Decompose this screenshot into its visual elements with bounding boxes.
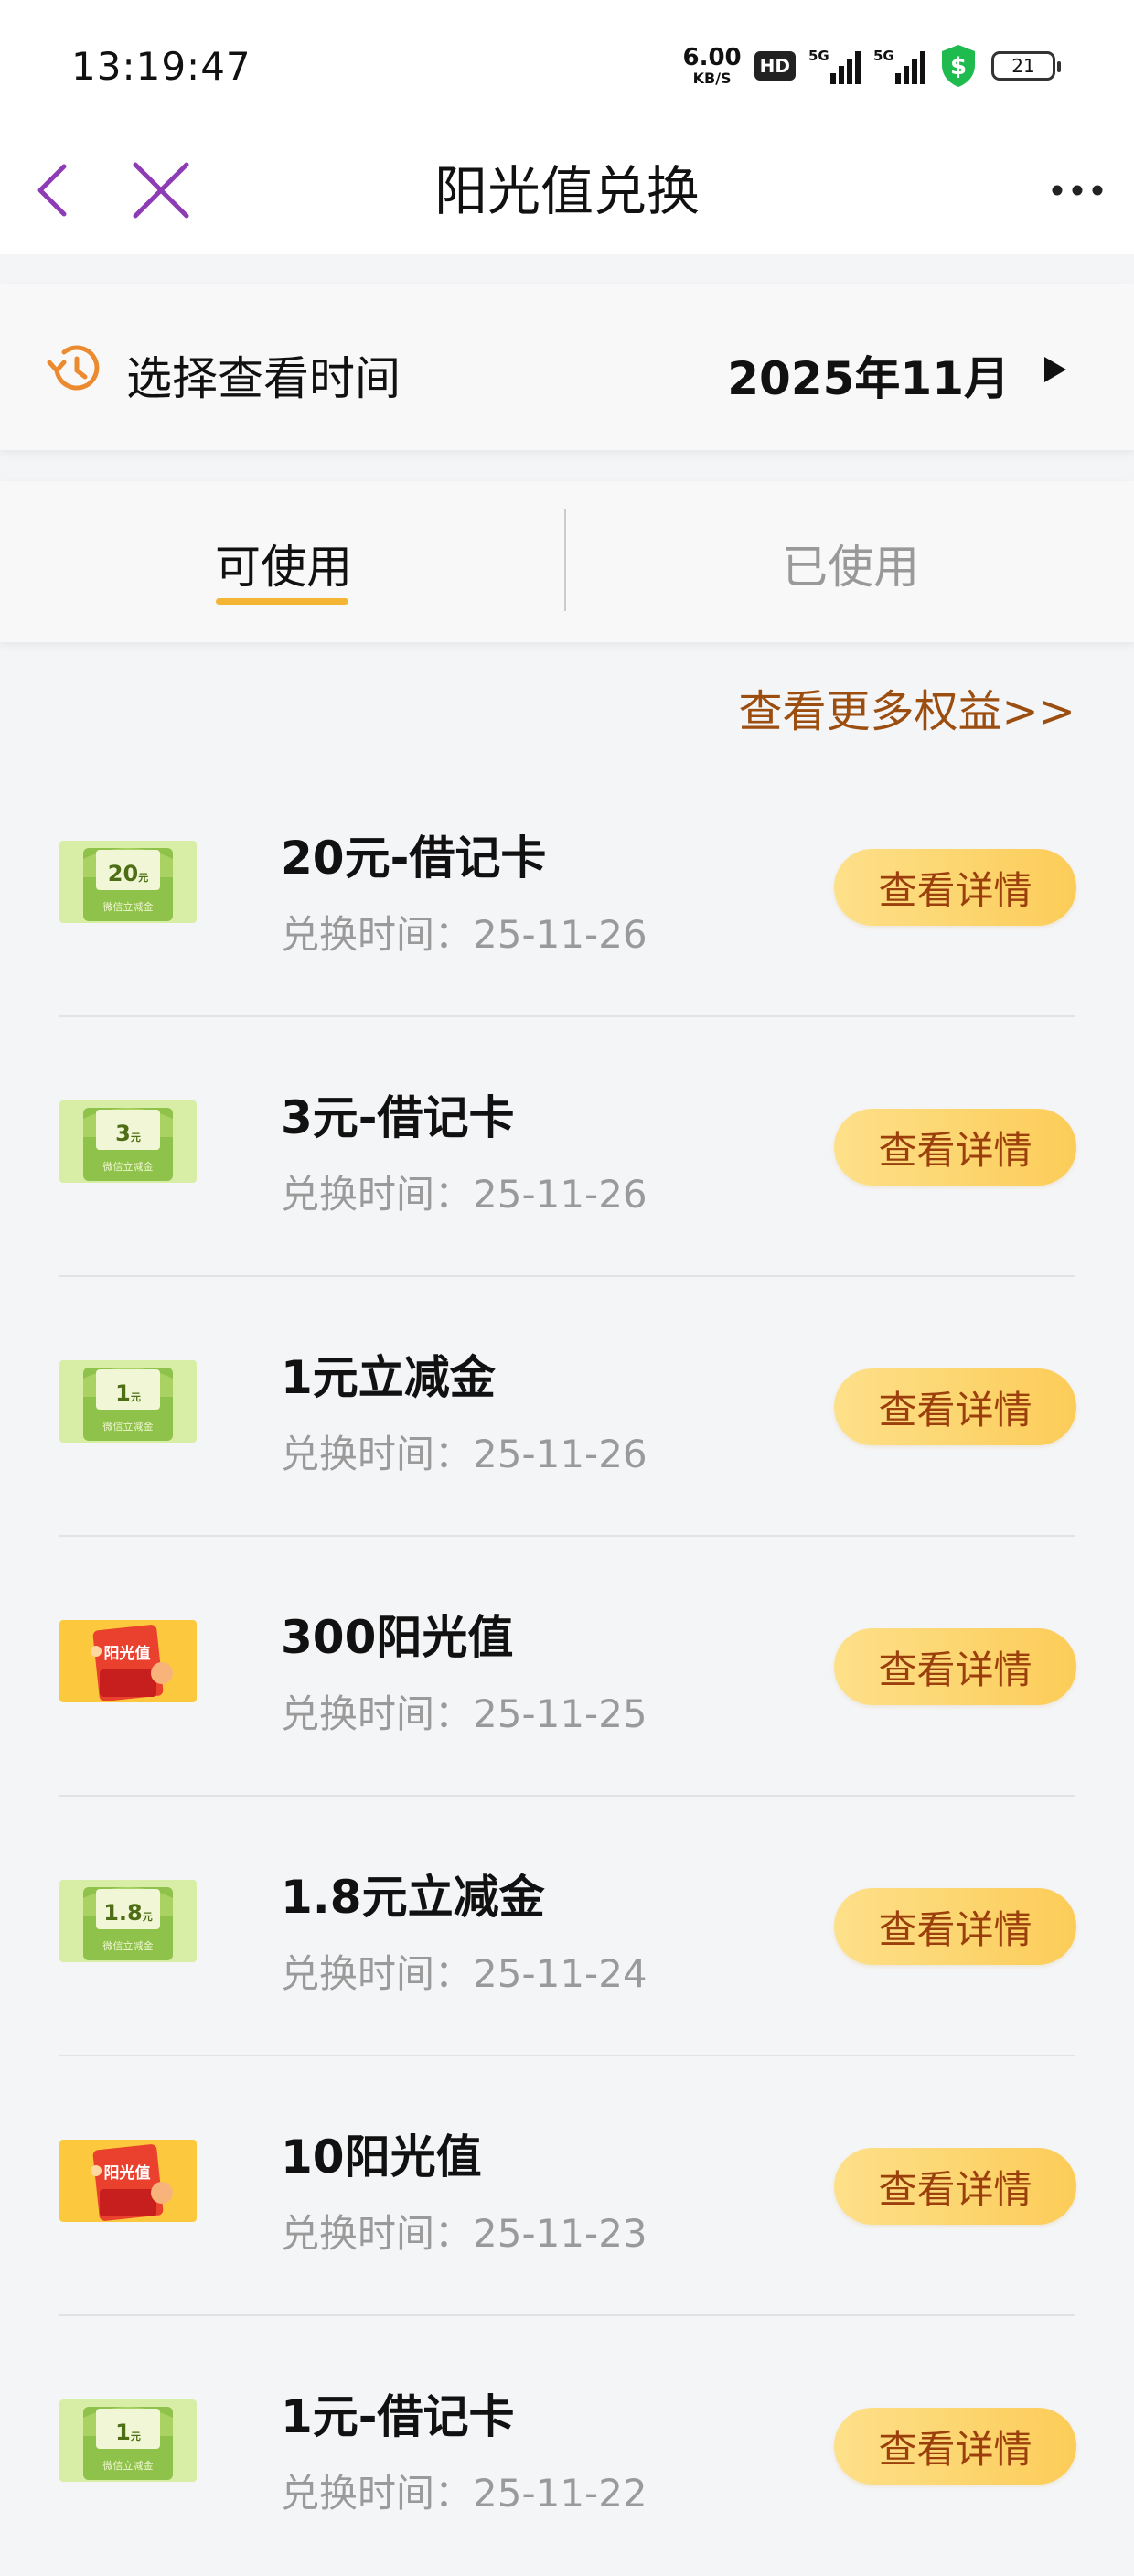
network-speed-unit: KB/S	[692, 70, 732, 87]
list-item[interactable]: 20元 微信立减金 20元-借记卡 兑换时间：25-11-26 查看详情	[0, 757, 1134, 1017]
exchange-time-date: 25-11-22	[473, 2471, 647, 2516]
network-speed-value: 6.00	[682, 44, 742, 71]
battery-level: 21	[1011, 55, 1035, 77]
item-exchange-time: 兑换时间：25-11-24	[281, 1943, 647, 1999]
thumb-unit: 元	[131, 1391, 141, 1403]
triangle-right-icon[interactable]	[1039, 353, 1070, 386]
thumb-unit: 元	[131, 2431, 141, 2442]
exchange-time-label: 兑换时间：	[281, 912, 474, 957]
thumb-value: 阳光值	[104, 2163, 151, 2183]
tab-used[interactable]: 已使用	[782, 531, 919, 596]
thumb-caption: 微信立减金	[103, 2459, 154, 2472]
signal-2-icon: 5G	[873, 48, 925, 84]
green-envelope-icon: 1元 微信立减金	[59, 1360, 197, 1443]
item-name: 10阳光值	[281, 2131, 482, 2184]
exchange-list: 20元 微信立减金 20元-借记卡 兑换时间：25-11-26 查看详情 3元 …	[0, 757, 1134, 2576]
item-name: 1.8元立减金	[281, 1871, 545, 1924]
tab-available[interactable]: 可使用	[215, 531, 352, 596]
thumb-caption: 微信立减金	[103, 1939, 154, 1952]
item-name: 20元-借记卡	[281, 832, 547, 885]
exchange-time-date: 25-11-23	[473, 2211, 647, 2256]
signal-1-icon: 5G	[808, 48, 861, 84]
period-value[interactable]: 2025年11月	[727, 342, 1010, 408]
thumb-value: 阳光值	[104, 1644, 151, 1663]
battery-icon: 21	[991, 51, 1061, 80]
security-shield-icon: $	[942, 45, 975, 87]
list-item[interactable]: 1.8元 微信立减金 1.8元立减金 兑换时间：25-11-24 查看详情	[0, 1797, 1134, 2056]
item-exchange-time: 兑换时间：25-11-23	[281, 2203, 647, 2259]
green-envelope-icon: 3元 微信立减金	[59, 1100, 197, 1183]
view-details-button[interactable]: 查看详情	[834, 2148, 1076, 2225]
red-envelope-icon: 阳光值	[59, 2140, 197, 2222]
more-options-icon[interactable]	[1041, 154, 1114, 227]
exchange-time-date: 25-11-26	[473, 912, 647, 957]
item-exchange-time: 兑换时间：25-11-22	[281, 2463, 647, 2518]
item-name: 3元-借记卡	[281, 1091, 515, 1144]
period-selector[interactable]: 选择查看时间 2025年11月	[0, 284, 1134, 450]
more-benefits-link[interactable]: 查看更多权益>>	[739, 675, 1075, 739]
item-name: 1元立减金	[281, 1351, 496, 1404]
list-item[interactable]: 3元 微信立减金 3元-借记卡 兑换时间：25-11-26 查看详情	[0, 1017, 1134, 1277]
list-item[interactable]: 1元 微信立减金 1元立减金 兑换时间：25-11-26 查看详情	[0, 1277, 1134, 1537]
thumb-unit: 元	[143, 1911, 153, 1923]
exchange-time-date: 25-11-25	[473, 1691, 647, 1736]
exchange-time-label: 兑换时间：	[281, 2471, 474, 2516]
green-envelope-icon: 20元 微信立减金	[59, 841, 197, 923]
thumb-unit: 元	[138, 872, 148, 884]
item-exchange-time: 兑换时间：25-11-26	[281, 1164, 647, 1219]
page-title: 阳光值兑换	[433, 160, 700, 222]
view-details-button[interactable]: 查看详情	[834, 849, 1076, 926]
thumb-caption: 微信立减金	[103, 1160, 154, 1173]
network-speed: 6.00 KB/S	[683, 46, 742, 86]
item-name: 300阳光值	[281, 1611, 514, 1664]
view-details-button[interactable]: 查看详情	[834, 1368, 1076, 1445]
tab-active-indicator	[216, 598, 348, 605]
exchange-time-label: 兑换时间：	[281, 1691, 474, 1736]
status-bar: 13:19:47 6.00 KB/S HD 5G 5G $ 21	[0, 0, 1134, 128]
list-item[interactable]: 阳光值 10阳光值 兑换时间：25-11-23 查看详情	[0, 2056, 1134, 2316]
exchange-time-date: 25-11-26	[473, 1172, 647, 1217]
signal-1-tag: 5G	[808, 48, 829, 64]
item-exchange-time: 兑换时间：25-11-25	[281, 1683, 647, 1739]
history-clock-icon	[47, 345, 100, 391]
hd-voice-icon: HD	[754, 51, 796, 80]
exchange-time-date: 25-11-24	[473, 1951, 647, 1996]
view-details-button[interactable]: 查看详情	[834, 2408, 1076, 2485]
title-bar: 阳光值兑换	[0, 128, 1134, 254]
exchange-time-label: 兑换时间：	[281, 1432, 474, 1476]
green-envelope-icon: 1.8元 微信立减金	[59, 1880, 197, 1962]
red-envelope-icon: 阳光值	[59, 1620, 197, 1702]
tab-bar: 可使用 已使用	[0, 481, 1134, 642]
green-envelope-icon: 1元 微信立减金	[59, 2399, 197, 2482]
thumb-unit: 元	[131, 1132, 141, 1143]
thumb-caption: 微信立减金	[103, 1420, 154, 1433]
svg-text:$: $	[950, 53, 967, 80]
list-item[interactable]: 阳光值 300阳光值 兑换时间：25-11-25 查看详情	[0, 1537, 1134, 1797]
status-icons: 6.00 KB/S HD 5G 5G $ 21	[683, 38, 1061, 93]
status-time: 13:19:47	[71, 44, 251, 89]
list-item[interactable]: 1元 微信立减金 1元-借记卡 兑换时间：25-11-22 查看详情	[0, 2316, 1134, 2576]
period-label: 选择查看时间	[126, 352, 401, 405]
item-exchange-time: 兑换时间：25-11-26	[281, 904, 647, 960]
view-details-button[interactable]: 查看详情	[834, 1109, 1076, 1186]
item-name: 1元-借记卡	[281, 2390, 515, 2443]
exchange-time-label: 兑换时间：	[281, 2211, 474, 2256]
item-exchange-time: 兑换时间：25-11-26	[281, 1423, 647, 1479]
thumb-caption: 微信立减金	[103, 900, 154, 913]
exchange-time-date: 25-11-26	[473, 1432, 647, 1476]
view-details-button[interactable]: 查看详情	[834, 1888, 1076, 1965]
tab-divider	[564, 509, 566, 611]
exchange-time-label: 兑换时间：	[281, 1951, 474, 1996]
exchange-time-label: 兑换时间：	[281, 1172, 474, 1217]
signal-2-tag: 5G	[873, 48, 894, 64]
view-details-button[interactable]: 查看详情	[834, 1628, 1076, 1705]
